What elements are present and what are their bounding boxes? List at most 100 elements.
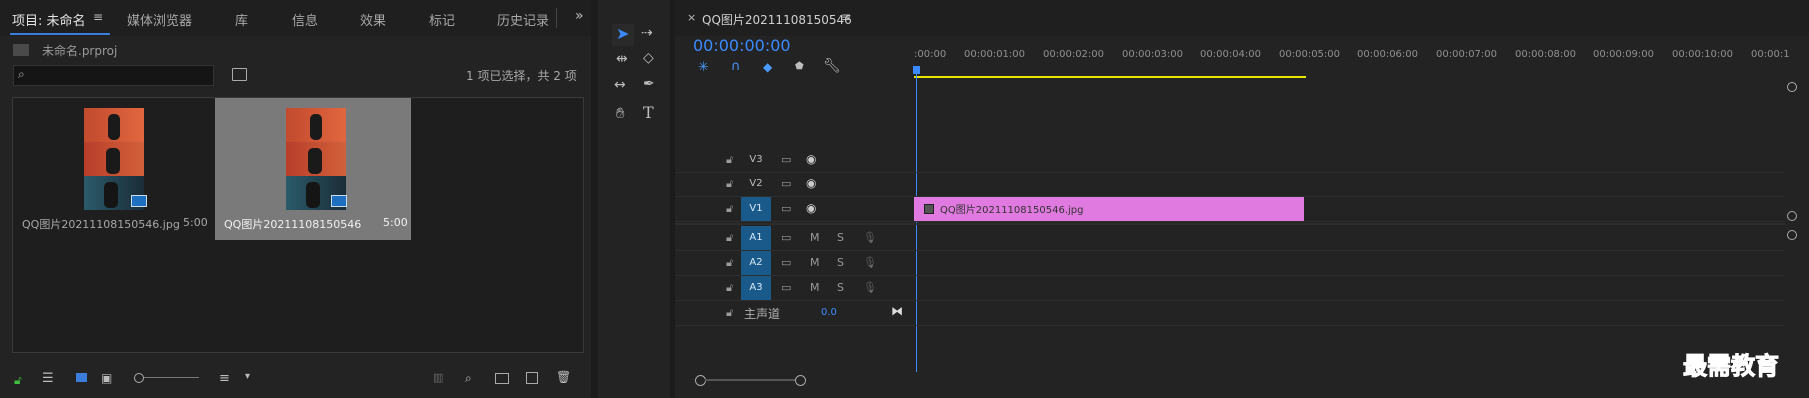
mute-button[interactable]: M	[810, 256, 820, 269]
track-label[interactable]: V2	[741, 172, 771, 196]
playhead-handle[interactable]	[913, 66, 920, 74]
track-label[interactable]: A1	[741, 226, 771, 250]
video-track-v3[interactable]: 🔓︎ V3 ▭ ◉	[675, 148, 1785, 173]
chevron-down-icon[interactable]: ▾	[245, 371, 250, 382]
track-select-tool-icon[interactable]: ⇢	[641, 25, 653, 41]
eye-icon[interactable]: ◉	[806, 152, 816, 166]
hand-tool-icon[interactable]: ✋︎	[616, 104, 625, 122]
double-chevron-right-icon[interactable]: »	[575, 8, 584, 24]
vertical-scroll-handle[interactable]	[1787, 211, 1797, 221]
time-ruler[interactable]: :00:00 00:00:01:00 00:00:02:00 00:00:03:…	[675, 0, 1809, 80]
freeform-view-icon[interactable]: ▣	[101, 371, 112, 385]
project-item-selected[interactable]: QQ图片20211108150546 5:00	[215, 98, 411, 240]
tab-history[interactable]: 历史记录	[497, 10, 549, 29]
solo-button[interactable]: S	[837, 256, 844, 269]
lock-icon[interactable]: 🔓︎	[726, 256, 733, 270]
sync-lock-icon[interactable]: ▭	[781, 153, 791, 166]
ruler-tick: 00:00:1	[1751, 49, 1790, 60]
project-item[interactable]: QQ图片20211108150546.jpg 5:00	[13, 98, 209, 240]
audio-track-a2[interactable]: 🔓︎ A2 ▭ M S 🎙︎	[675, 251, 1785, 276]
zoom-slider-handle[interactable]	[134, 373, 144, 383]
trash-icon[interactable]: 🗑︎	[556, 370, 571, 384]
search-input[interactable]: ⌕	[13, 65, 214, 86]
vertical-scroll-handle[interactable]	[1787, 230, 1797, 240]
vertical-scroll-handle[interactable]	[1787, 82, 1797, 92]
project-items-grid: QQ图片20211108150546.jpg 5:00 QQ图片20211108…	[12, 97, 584, 353]
sort-icon[interactable]: ≡	[219, 371, 230, 386]
microphone-icon[interactable]: 🎙︎	[863, 281, 877, 294]
master-volume-value[interactable]: 0.0	[821, 307, 837, 318]
tab-project[interactable]: 项目: 未命名	[12, 10, 86, 29]
zoom-slider-track[interactable]	[144, 377, 199, 378]
sequence-badge-icon	[331, 195, 347, 207]
type-tool-icon[interactable]: T	[643, 103, 654, 122]
solo-button[interactable]: S	[837, 231, 844, 244]
video-audio-divider	[675, 223, 1785, 225]
ruler-tick: 00:00:08:00	[1515, 49, 1577, 60]
solo-button[interactable]: S	[837, 281, 844, 294]
item-duration: 5:00	[183, 216, 208, 229]
eye-icon[interactable]: ◉	[806, 201, 816, 215]
project-panel: 项目: 未命名 ≡ 媒体浏览器 库 信息 效果 标记 历史记录 » 未命名.pr…	[0, 0, 591, 398]
sync-lock-icon[interactable]: ▭	[781, 231, 791, 244]
lock-icon[interactable]: 🔓︎	[14, 373, 22, 388]
slip-tool-icon[interactable]: ↔	[614, 77, 626, 93]
tab-libraries[interactable]: 库	[235, 10, 248, 29]
eye-icon[interactable]: ◉	[806, 176, 816, 190]
microphone-icon[interactable]: 🎙︎	[863, 256, 877, 269]
track-label[interactable]: V3	[741, 148, 771, 172]
ruler-tick: 00:00:04:00	[1200, 49, 1262, 60]
tools-panel: ➤ ⇢ ⇹ ◇ ↔ ✒ ✋︎ T	[598, 0, 670, 398]
track-label[interactable]: A2	[741, 251, 771, 275]
microphone-icon[interactable]: 🎙︎	[863, 231, 877, 244]
work-area-bar[interactable]	[914, 76, 1306, 78]
tab-markers[interactable]: 标记	[429, 10, 455, 29]
clip-name: QQ图片20211108150546.jpg	[940, 205, 1084, 216]
automate-to-sequence-icon[interactable]: ▥	[433, 371, 443, 384]
mute-button[interactable]: M	[810, 281, 820, 294]
ruler-tick: 00:00:10:00	[1672, 49, 1734, 60]
new-search-bin-icon[interactable]	[232, 68, 247, 81]
lock-icon[interactable]: 🔓︎	[726, 202, 733, 216]
new-bin-icon[interactable]	[495, 373, 509, 384]
ruler-tick: 00:00:03:00	[1122, 49, 1184, 60]
pen-tool-icon[interactable]: ✒	[643, 76, 655, 92]
tab-info[interactable]: 信息	[292, 10, 318, 29]
audio-track-a3[interactable]: 🔓︎ A3 ▭ M S 🎙︎	[675, 276, 1785, 301]
audio-track-a1[interactable]: 🔓︎ A1 ▭ M S 🎙︎	[675, 226, 1785, 251]
sync-lock-icon[interactable]: ▭	[781, 281, 791, 294]
sync-lock-icon[interactable]: ▭	[781, 202, 791, 215]
video-track-v2[interactable]: 🔓︎ V2 ▭ ◉	[675, 172, 1785, 197]
track-label[interactable]: V1	[741, 197, 771, 221]
selection-tool-icon[interactable]: ➤	[616, 24, 629, 43]
sync-lock-icon[interactable]: ▭	[781, 256, 791, 269]
ruler-tick: 00:00:09:00	[1593, 49, 1655, 60]
horizontal-scrollbar[interactable]	[705, 379, 795, 381]
go-to-edit-point-icon[interactable]: ⧓	[891, 304, 903, 318]
icon-view-icon[interactable]	[76, 373, 87, 382]
hamburger-icon[interactable]: ≡	[93, 10, 103, 24]
find-icon[interactable]: ⌕	[465, 371, 472, 386]
razor-tool-icon[interactable]: ◇	[643, 50, 654, 66]
lock-icon[interactable]: 🔓︎	[726, 231, 733, 245]
sync-lock-icon[interactable]: ▭	[781, 177, 791, 190]
lock-icon[interactable]: 🔓︎	[726, 153, 733, 167]
tab-divider	[556, 8, 557, 28]
item-name: QQ图片20211108150546	[224, 218, 362, 231]
tab-effects[interactable]: 效果	[360, 10, 386, 29]
ruler-tick: 00:00:07:00	[1436, 49, 1498, 60]
lock-icon[interactable]: 🔓︎	[726, 281, 733, 295]
zoom-scroll-handle-right[interactable]	[795, 375, 806, 386]
track-label[interactable]: A3	[741, 276, 771, 300]
tab-media-browser[interactable]: 媒体浏览器	[127, 10, 192, 29]
list-view-icon[interactable]: ☰	[42, 371, 54, 386]
lock-icon[interactable]: 🔓︎	[726, 306, 733, 320]
mute-button[interactable]: M	[810, 231, 820, 244]
lock-icon[interactable]: 🔓︎	[726, 177, 733, 191]
item-duration: 5:00	[383, 216, 408, 229]
video-clip[interactable]: QQ图片20211108150546.jpg	[914, 197, 1304, 221]
master-track[interactable]: 🔓︎ 主声道 0.0 ⧓	[675, 301, 1785, 326]
new-item-icon[interactable]	[526, 372, 538, 384]
ripple-edit-tool-icon[interactable]: ⇹	[616, 51, 628, 67]
active-tab-underline	[10, 33, 110, 35]
